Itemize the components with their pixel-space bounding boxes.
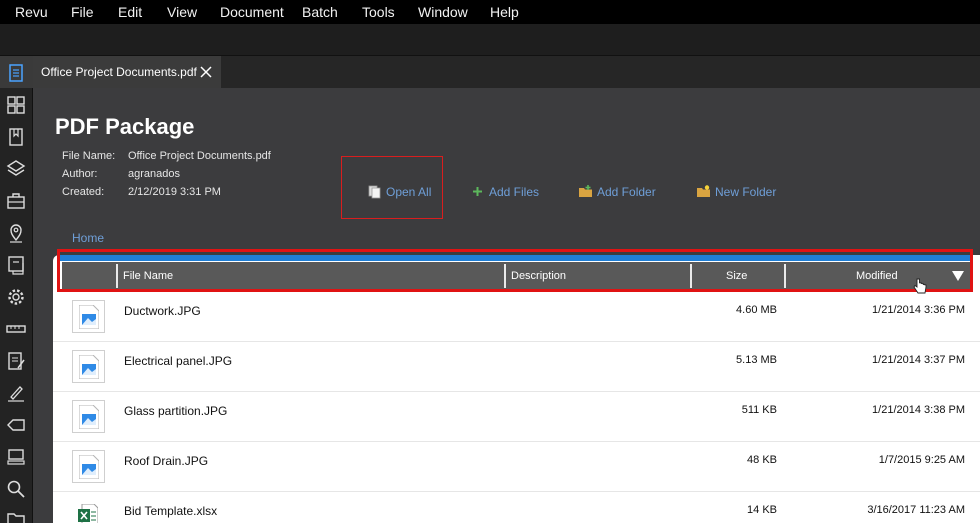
markup-list-icon[interactable] bbox=[5, 350, 27, 372]
sort-descending-icon[interactable] bbox=[952, 271, 964, 281]
image-file-icon bbox=[72, 400, 105, 433]
page-compare-icon[interactable] bbox=[5, 254, 27, 276]
file-name-cell: Roof Drain.JPG bbox=[124, 454, 209, 468]
search-icon[interactable] bbox=[5, 478, 27, 500]
new-folder-icon bbox=[697, 185, 710, 197]
file-modified-cell: 1/21/2014 3:38 PM bbox=[872, 404, 965, 416]
add-folder-icon bbox=[579, 185, 592, 197]
documents-icon bbox=[368, 185, 381, 199]
menu-document[interactable]: Document bbox=[220, 4, 284, 20]
menu-file[interactable]: File bbox=[71, 4, 94, 20]
table-row[interactable]: Bid Template.xlsx 14 KB 3/16/2017 11:23 … bbox=[53, 492, 980, 523]
file-size-cell: 511 KB bbox=[741, 404, 777, 416]
image-file-icon bbox=[72, 300, 105, 333]
column-separator[interactable] bbox=[116, 264, 118, 288]
table-row[interactable]: Electrical panel.JPG 5.13 MB 1/21/2014 3… bbox=[53, 342, 980, 392]
table-accent-bar bbox=[60, 255, 973, 261]
file-size-cell: 48 KB bbox=[747, 454, 777, 466]
menu-help[interactable]: Help bbox=[490, 4, 519, 20]
grid-icon[interactable] bbox=[5, 94, 27, 116]
thumbnails-panel-icon[interactable] bbox=[5, 62, 27, 84]
file-modified-cell: 3/16/2017 11:23 AM bbox=[867, 504, 965, 516]
pdf-package-view: PDF Package File Name: Office Project Do… bbox=[33, 88, 980, 523]
table-row[interactable]: Roof Drain.JPG 48 KB 1/7/2015 9:25 AM bbox=[53, 442, 980, 492]
column-separator[interactable] bbox=[690, 264, 692, 288]
file-modified-cell: 1/21/2014 3:36 PM bbox=[872, 304, 965, 316]
add-folder-label: Add Folder bbox=[597, 184, 656, 199]
document-tab[interactable]: Office Project Documents.pdf bbox=[33, 56, 221, 88]
author-label: Author: bbox=[62, 168, 98, 180]
new-folder-button[interactable]: New Folder bbox=[696, 184, 776, 199]
column-header-description[interactable]: Description bbox=[511, 262, 566, 290]
stamp-icon[interactable] bbox=[5, 446, 27, 468]
column-header-file-name[interactable]: File Name bbox=[123, 262, 173, 290]
menu-view[interactable]: View bbox=[167, 4, 197, 20]
file-name-cell: Electrical panel.JPG bbox=[124, 354, 233, 368]
created-value: 2/12/2019 3:31 PM bbox=[128, 186, 221, 198]
plus-icon bbox=[473, 187, 482, 196]
excel-file-icon bbox=[72, 500, 105, 523]
document-tab-label: Office Project Documents.pdf bbox=[41, 65, 197, 79]
hand-cursor-icon bbox=[913, 278, 927, 294]
file-name-cell: Glass partition.JPG bbox=[124, 404, 228, 418]
file-name-label: File Name: bbox=[62, 150, 116, 162]
file-size-cell: 14 KB bbox=[747, 504, 777, 516]
open-all-button[interactable]: Open All bbox=[367, 184, 431, 199]
menu-tools[interactable]: Tools bbox=[362, 4, 395, 20]
file-name-cell: Ductwork.JPG bbox=[124, 304, 201, 318]
menu-bar: Revu File Edit View Document Batch Tools… bbox=[0, 0, 980, 24]
file-size-cell: 5.13 MB bbox=[736, 354, 777, 366]
toolbar bbox=[0, 24, 980, 56]
table-header: File Name Description Size Modified bbox=[62, 262, 971, 290]
file-name-value: Office Project Documents.pdf bbox=[128, 150, 271, 162]
column-header-modified[interactable]: Modified bbox=[856, 262, 898, 290]
menu-window[interactable]: Window bbox=[418, 4, 468, 20]
add-files-button[interactable]: Add Files bbox=[470, 184, 539, 199]
menu-edit[interactable]: Edit bbox=[118, 4, 142, 20]
file-modified-cell: 1/21/2014 3:37 PM bbox=[872, 354, 965, 366]
author-value: agranados bbox=[128, 168, 180, 180]
bookmark-icon[interactable] bbox=[5, 126, 27, 148]
column-header-size[interactable]: Size bbox=[726, 262, 747, 290]
add-files-label: Add Files bbox=[489, 184, 540, 199]
image-file-icon bbox=[72, 350, 105, 383]
add-folder-button[interactable]: Add Folder bbox=[578, 184, 656, 199]
page-title: PDF Package bbox=[55, 114, 195, 139]
file-table: File Name Description Size Modified Duct… bbox=[53, 255, 980, 523]
document-tab-bar: Office Project Documents.pdf bbox=[33, 56, 980, 88]
menu-revu[interactable]: Revu bbox=[15, 4, 48, 20]
file-size-cell: 4.60 MB bbox=[736, 304, 777, 316]
toolbox-icon[interactable] bbox=[5, 190, 27, 212]
open-all-label: Open All bbox=[386, 184, 432, 199]
close-icon[interactable] bbox=[199, 65, 213, 79]
file-modified-cell: 1/7/2015 9:25 AM bbox=[878, 454, 965, 466]
column-separator[interactable] bbox=[504, 264, 506, 288]
folder-icon[interactable] bbox=[5, 508, 27, 523]
location-pin-icon[interactable] bbox=[5, 222, 27, 244]
new-folder-label: New Folder bbox=[715, 184, 777, 199]
gear-icon[interactable] bbox=[5, 286, 27, 308]
tag-icon[interactable] bbox=[5, 414, 27, 436]
ruler-icon[interactable] bbox=[5, 318, 27, 340]
table-row[interactable]: Glass partition.JPG 511 KB 1/21/2014 3:3… bbox=[53, 392, 980, 442]
image-file-icon bbox=[72, 450, 105, 483]
breadcrumb-home[interactable]: Home bbox=[72, 231, 104, 245]
layers-icon[interactable] bbox=[5, 158, 27, 180]
menu-batch[interactable]: Batch bbox=[302, 4, 338, 20]
column-separator[interactable] bbox=[784, 264, 786, 288]
signature-icon[interactable] bbox=[5, 382, 27, 404]
created-label: Created: bbox=[62, 186, 105, 198]
table-row[interactable]: Ductwork.JPG 4.60 MB 1/21/2014 3:36 PM bbox=[53, 292, 980, 342]
file-name-cell: Bid Template.xlsx bbox=[124, 504, 218, 518]
